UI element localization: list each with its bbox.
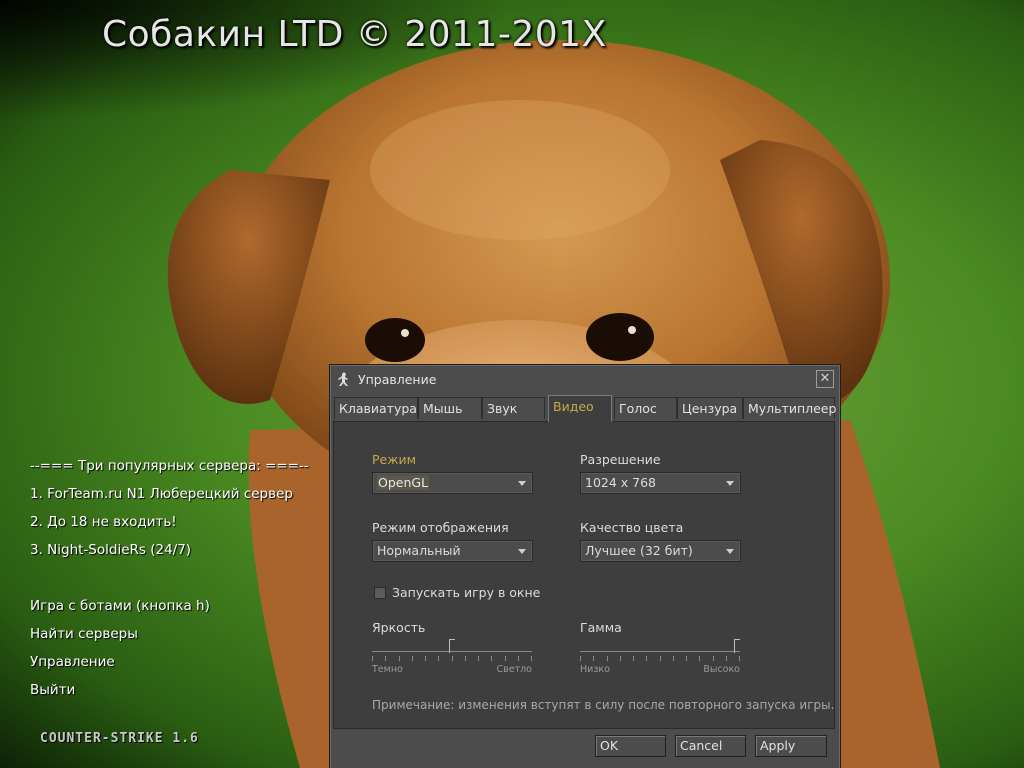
brightness-slider[interactable]: Темно Светло bbox=[372, 636, 532, 676]
display-mode-dropdown[interactable]: Нормальный bbox=[372, 540, 533, 562]
mode-dropdown[interactable]: OpenGL bbox=[372, 472, 533, 494]
tab-bar: Клавиатура Мышь Звук Видео Голос Цензура… bbox=[334, 395, 836, 422]
counter-strike-soldier-icon bbox=[338, 372, 348, 386]
apply-button[interactable]: Apply bbox=[755, 735, 827, 757]
gamma-label: Гамма bbox=[580, 620, 622, 635]
slider-tick bbox=[518, 656, 519, 661]
tab-voice[interactable]: Голос bbox=[614, 397, 677, 419]
slider-tick bbox=[452, 656, 453, 661]
brightness-min-label: Темно bbox=[372, 664, 403, 675]
slider-tick bbox=[593, 656, 594, 661]
find-servers-button[interactable]: Найти серверы bbox=[30, 624, 309, 652]
desktop-background: Собакин LTD © 2011-201X --=== Три популя… bbox=[0, 0, 1024, 768]
display-mode-label: Режим отображения bbox=[372, 520, 509, 535]
gamma-max-label: Высоко bbox=[703, 664, 740, 675]
main-menu: --=== Три популярных сервера: ===-- 1. F… bbox=[30, 456, 309, 708]
chevron-down-icon bbox=[726, 549, 734, 554]
dialog-title: Управление bbox=[358, 371, 437, 387]
tab-sound[interactable]: Звук bbox=[482, 397, 545, 419]
slider-tick bbox=[465, 656, 466, 661]
slider-tick bbox=[660, 656, 661, 661]
mode-label: Режим bbox=[372, 452, 417, 467]
slider-tick bbox=[505, 656, 506, 661]
server-item-forteam[interactable]: 1. ForTeam.ru N1 Люберецкий сервер bbox=[30, 484, 309, 512]
color-quality-dropdown[interactable]: Лучшее (32 бит) bbox=[580, 540, 741, 562]
windowed-label: Запускать игру в окне bbox=[392, 585, 541, 600]
slider-tick bbox=[399, 656, 400, 661]
dialog-titlebar[interactable]: Управление ✕ bbox=[330, 365, 840, 393]
tab-mouse[interactable]: Мышь bbox=[418, 397, 482, 419]
server-item-18[interactable]: 2. До 18 не входить! bbox=[30, 512, 309, 540]
slider-tick bbox=[739, 656, 740, 661]
resolution-dropdown[interactable]: 1024 x 768 bbox=[580, 472, 741, 494]
tab-censorship[interactable]: Цензура bbox=[677, 397, 743, 419]
options-dialog: Управление ✕ Клавиатура Мышь Звук Видео … bbox=[329, 364, 841, 768]
servers-header: --=== Три популярных сервера: ===-- bbox=[30, 458, 309, 474]
slider-tick bbox=[412, 656, 413, 661]
tab-video[interactable]: Видео bbox=[548, 395, 612, 422]
gamma-thumb[interactable] bbox=[734, 639, 740, 653]
slider-tick bbox=[633, 656, 634, 661]
slider-tick bbox=[438, 656, 439, 661]
restart-note: Примечание: изменения вступят в силу пос… bbox=[372, 698, 835, 712]
brightness-max-label: Светло bbox=[496, 664, 533, 675]
resolution-label: Разрешение bbox=[580, 452, 661, 467]
tab-multiplayer[interactable]: Мультиплеер bbox=[743, 397, 836, 419]
gamma-slider[interactable]: Низко Высоко bbox=[580, 636, 740, 676]
close-icon[interactable]: ✕ bbox=[816, 370, 834, 388]
video-settings-panel: Режим OpenGL Разрешение 1024 x 768 Режим… bbox=[333, 421, 835, 729]
server-item-night-soldiers[interactable]: 3. Night-SoldieRs (24/7) bbox=[30, 540, 309, 568]
brightness-thumb[interactable] bbox=[449, 639, 455, 653]
counter-strike-logo: COUNTER-STRIKE 1.6 bbox=[40, 731, 199, 746]
brightness-label: Яркость bbox=[372, 620, 426, 635]
slider-tick bbox=[372, 656, 373, 661]
slider-tick bbox=[713, 656, 714, 661]
chevron-down-icon bbox=[518, 549, 526, 554]
background-title: Собакин LTD © 2011-201X bbox=[102, 14, 607, 55]
slider-tick bbox=[673, 656, 674, 661]
cancel-button[interactable]: Cancel bbox=[675, 735, 746, 757]
play-with-bots-button[interactable]: Игра с ботами (кнопка h) bbox=[30, 596, 309, 624]
gamma-min-label: Низко bbox=[580, 664, 610, 675]
slider-tick bbox=[478, 656, 479, 661]
slider-tick bbox=[620, 656, 621, 661]
chevron-down-icon bbox=[726, 481, 734, 486]
slider-tick bbox=[531, 656, 532, 661]
slider-tick bbox=[686, 656, 687, 661]
display-mode-value: Нормальный bbox=[377, 543, 461, 558]
slider-tick bbox=[425, 656, 426, 661]
slider-tick bbox=[699, 656, 700, 661]
slider-tick bbox=[580, 656, 581, 661]
slider-tick bbox=[646, 656, 647, 661]
chevron-down-icon bbox=[518, 481, 526, 486]
slider-tick bbox=[491, 656, 492, 661]
windowed-checkbox[interactable] bbox=[374, 587, 386, 599]
slider-tick bbox=[385, 656, 386, 661]
options-button[interactable]: Управление bbox=[30, 652, 309, 680]
color-quality-value: Лучшее (32 бит) bbox=[585, 543, 693, 558]
quit-button[interactable]: Выйти bbox=[30, 680, 309, 708]
slider-tick bbox=[726, 656, 727, 661]
mode-value: OpenGL bbox=[377, 475, 430, 490]
tab-keyboard[interactable]: Клавиатура bbox=[334, 397, 418, 419]
gamma-track bbox=[580, 651, 740, 652]
ok-button[interactable]: OK bbox=[595, 735, 666, 757]
slider-tick bbox=[607, 656, 608, 661]
menu-spacer bbox=[30, 568, 309, 596]
resolution-value: 1024 x 768 bbox=[585, 475, 657, 490]
color-quality-label: Качество цвета bbox=[580, 520, 684, 535]
